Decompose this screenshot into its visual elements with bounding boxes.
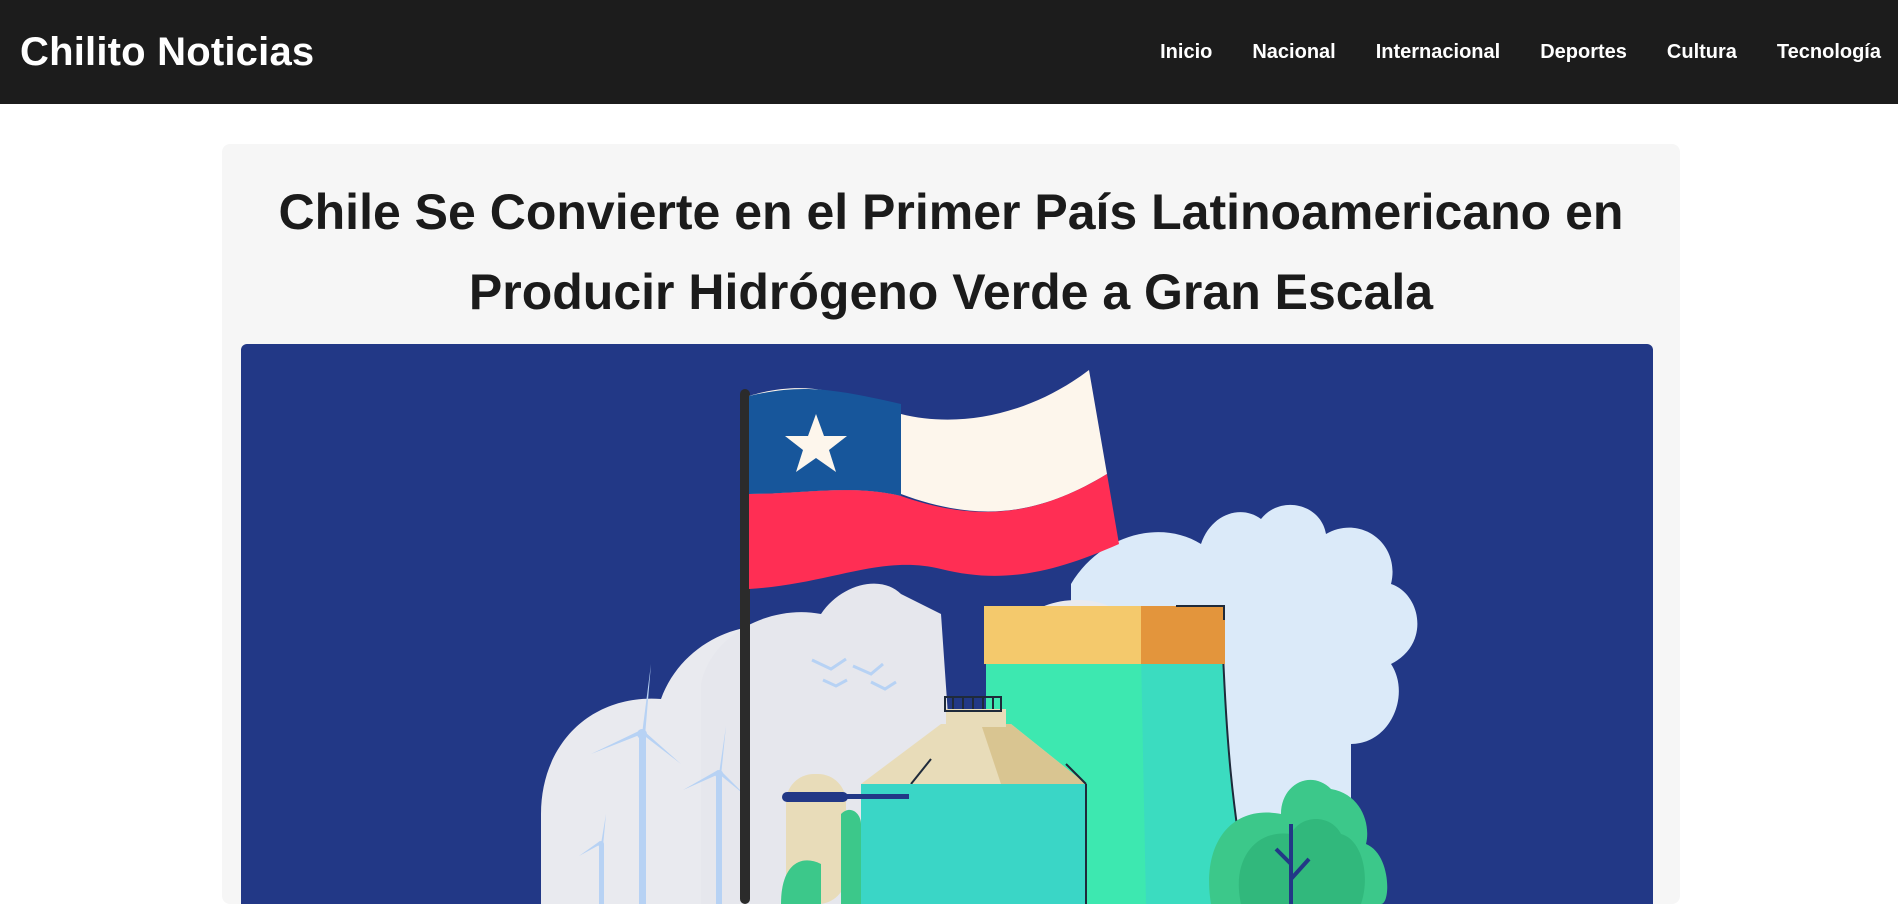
hero-illustration	[541, 370, 1418, 904]
site-logo[interactable]: Chilito Noticias	[20, 30, 314, 75]
article-card: Chile Se Convierte en el Primer País Lat…	[222, 144, 1680, 904]
nav-item-internacional[interactable]: Internacional	[1376, 41, 1500, 64]
nav-item-tecnologia[interactable]: Tecnología	[1777, 41, 1881, 64]
flagpole-icon	[740, 389, 750, 904]
article-title: Chile Se Convierte en el Primer País Lat…	[278, 184, 1624, 320]
nav-item-inicio[interactable]: Inicio	[1160, 41, 1212, 64]
nav-item-deportes[interactable]: Deportes	[1540, 41, 1627, 64]
site-header: Chilito Noticias Inicio Nacional Interna…	[0, 0, 1898, 104]
nav-item-nacional[interactable]: Nacional	[1252, 41, 1335, 64]
chile-flag-icon	[749, 370, 1119, 589]
article-hero-image	[241, 344, 1653, 904]
main-nav: Inicio Nacional Internacional Deportes C…	[1160, 41, 1881, 64]
nav-item-cultura[interactable]: Cultura	[1667, 41, 1737, 64]
